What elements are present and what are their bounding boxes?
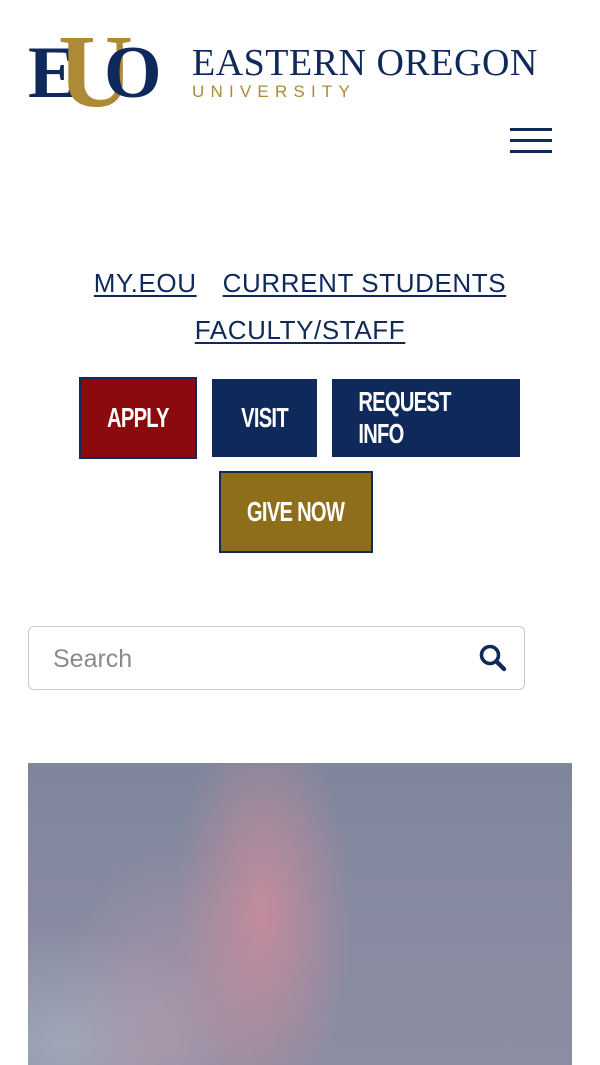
apply-button-label: APPLY	[107, 402, 169, 433]
search-icon[interactable]	[478, 643, 508, 673]
quick-links-nav: MY.EOU CURRENT STUDENTS FACULTY/STAFF	[40, 262, 560, 356]
link-current-students[interactable]: CURRENT STUDENTS	[223, 268, 507, 298]
hamburger-bar	[510, 139, 552, 142]
logo-text: EASTERN OREGON UNIVERSITY	[192, 44, 538, 102]
hamburger-bar	[510, 128, 552, 131]
logo-letter-o: O	[104, 32, 162, 114]
hamburger-bar	[510, 150, 552, 153]
request-info-button-label: REQUEST INFO	[358, 386, 451, 449]
give-now-button[interactable]: GIVE NOW	[219, 471, 373, 553]
visit-button-label: VISIT	[241, 402, 289, 433]
search-box	[28, 626, 525, 690]
logo-title: EASTERN OREGON	[192, 42, 538, 84]
give-now-button-label: GIVE NOW	[247, 496, 345, 527]
hamburger-menu-icon[interactable]	[510, 126, 552, 156]
logo-subtitle: UNIVERSITY	[192, 82, 357, 101]
link-faculty-staff[interactable]: FACULTY/STAFF	[195, 315, 406, 345]
link-my-eou[interactable]: MY.EOU	[94, 268, 197, 298]
search-input[interactable]	[51, 641, 475, 677]
apply-button[interactable]: APPLY	[79, 377, 197, 459]
request-info-button[interactable]: REQUEST INFO	[332, 379, 520, 457]
logo-mark: E U O	[28, 20, 176, 124]
hero-image	[28, 763, 572, 1065]
visit-button[interactable]: VISIT	[212, 379, 317, 457]
eou-logo[interactable]: E U O EASTERN OREGON UNIVERSITY	[28, 20, 558, 124]
